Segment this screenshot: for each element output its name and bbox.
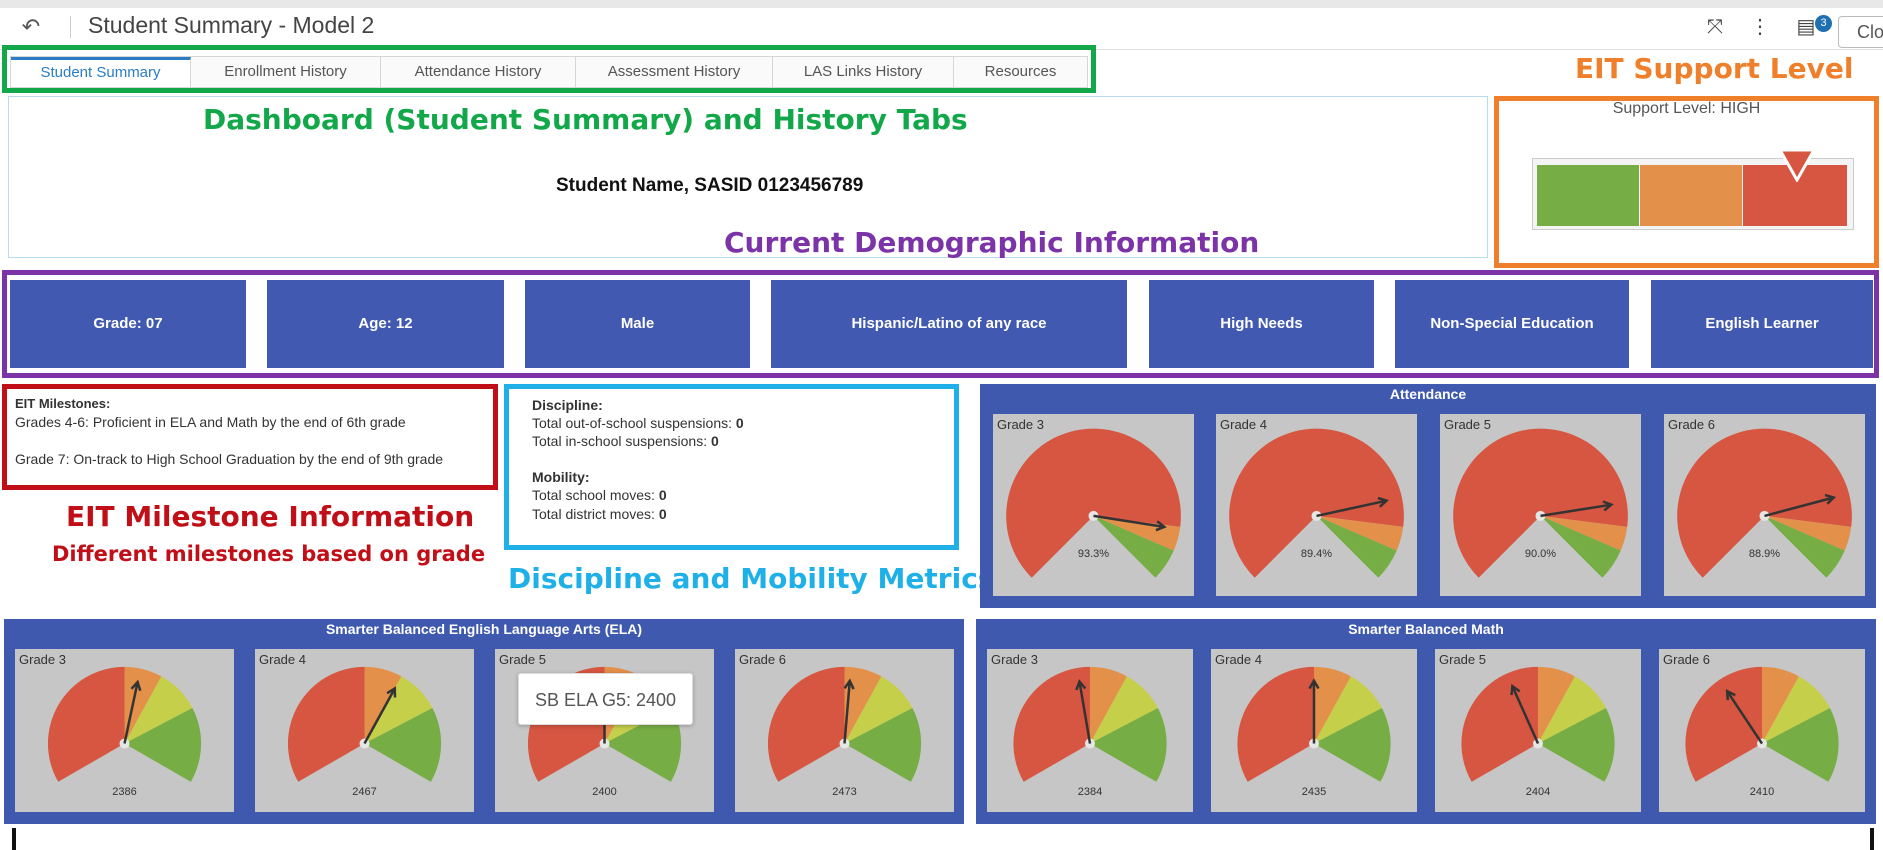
gauge-value: 2473 [832,786,857,798]
more-menu-icon[interactable]: ⋮ [1746,14,1774,40]
page-title: Student Summary - Model 2 [88,12,375,38]
attendance-gauge-4[interactable]: Grade 4 89.4% [1216,414,1417,596]
demographic-english-learner: English Learner [1651,280,1873,368]
oss-metric: Total out-of-school suspensions: 0 [532,415,744,431]
gauge-value: 89.4% [1300,547,1333,560]
district-moves-value: 0 [658,506,667,522]
student-name: Student Name, SASID 0123456789 [556,175,864,196]
close-button[interactable]: Clo [1838,16,1883,48]
math-gauge-6[interactable]: Grade 6 2410 [1659,649,1865,812]
school-moves-metric: Total school moves: 0 [532,487,667,503]
demographic-grade: Grade: 07 [10,280,246,368]
milestone-subannotation: Different milestones based on grade [52,542,486,566]
tab-las-links-history[interactable]: LAS Links History [773,57,954,87]
gauge-dial [1453,428,1628,578]
attendance-gauge-6[interactable]: Grade 6 88.9% [1664,414,1865,596]
demographic-gender: Male [525,280,750,368]
demographic-annotation: Current Demographic Information [724,226,1260,259]
math-gauge-5[interactable]: Grade 5 2404 [1435,649,1641,812]
gauge-band [1461,666,1538,782]
gauge-value: 93.3% [1077,547,1110,560]
demographic-age: Age: 12 [267,280,504,368]
gauge-value: 2386 [112,786,137,798]
district-moves-label: Total district moves: [532,506,659,522]
attendance-title: Attendance [1389,386,1467,402]
gauge-band [47,666,125,782]
milestone-line-2: Grade 7: On-track to High School Graduat… [15,451,444,467]
expand-icon[interactable]: ⤧ [1701,14,1729,40]
support-level-marker-icon [1778,148,1816,182]
gauge-value: 2467 [352,786,377,798]
support-level-annotation: EIT Support Level [1575,52,1854,85]
tab-enrollment-history[interactable]: Enrollment History [191,57,381,87]
discipline-annotation: Discipline and Mobility Metrics [508,562,995,595]
school-moves-label: Total school moves: [532,487,659,503]
gauge-value: 2410 [1749,786,1775,798]
district-moves-metric: Total district moves: 0 [532,506,667,522]
iss-label: Total in-school suspensions: [532,433,711,449]
ela-title: Smarter Balanced English Language Arts (… [325,621,643,637]
bracket-right [1870,828,1874,850]
ela-gauge-4[interactable]: Grade 4 2467 [255,649,474,812]
gauge-value: 90.0% [1524,547,1557,560]
tab-student-summary[interactable]: Student Summary [11,57,191,87]
gauge-dial [1006,428,1181,578]
milestone-line-1: Grades 4-6: Proficient in ELA and Math b… [15,414,406,430]
ela-gauge-6[interactable]: Grade 6 2473 [735,649,954,812]
oss-label: Total out-of-school suspensions: [532,415,736,431]
math-gauge-3[interactable]: Grade 3 2384 [987,649,1193,812]
milestone-annotation: EIT Milestone Information [66,500,475,533]
ela-gauge-3[interactable]: Grade 3 2386 [15,649,234,812]
iss-value: 0 [711,433,719,449]
back-icon[interactable]: ↶ [16,12,46,42]
gauge-value: 2435 [1301,786,1327,798]
attendance-gauge-3[interactable]: Grade 3 93.3% [993,414,1194,596]
notification-badge: 3 [1815,15,1832,32]
gauge-dial [1677,428,1852,578]
demographic-race: Hispanic/Latino of any race [771,280,1127,368]
tabs-annotation: Dashboard (Student Summary) and History … [203,103,968,136]
iss-metric: Total in-school suspensions: 0 [532,433,719,449]
tab-attendance-history[interactable]: Attendance History [381,57,576,87]
math-title: Smarter Balanced Math [1348,621,1504,637]
gauge-value: 2384 [1077,786,1103,798]
support-level-label: Support Level: HIGH [1612,100,1761,117]
tab-assessment-history[interactable]: Assessment History [576,57,773,87]
gauge-tooltip: SB ELA G5: 2400 [518,673,693,725]
gauge-value: 88.9% [1748,547,1781,560]
discipline-heading: Discipline: [532,397,603,413]
oss-value: 0 [735,415,744,431]
gauge-band [287,666,365,782]
support-segment-medium [1640,165,1742,226]
gauge-value: 2404 [1525,786,1551,798]
divider [70,16,71,38]
milestones-heading: EIT Milestones: [15,396,111,411]
gauge-value: 2400 [592,786,617,798]
attendance-gauge-5[interactable]: Grade 5 90.0% [1440,414,1641,596]
math-gauge-4[interactable]: Grade 4 2435 [1211,649,1417,812]
tab-resources[interactable]: Resources [954,57,1087,87]
gauge-band [1237,666,1314,782]
gauge-band [767,666,845,782]
support-segment-low [1537,165,1639,226]
bracket-left [12,828,16,850]
demographic-special-education: Non-Special Education [1395,280,1629,368]
tab-bar: Student Summary Enrollment History Atten… [10,56,1088,88]
gauge-dial [1229,428,1404,578]
demographic-high-needs: High Needs [1149,280,1374,368]
mobility-heading: Mobility: [532,469,590,485]
school-moves-value: 0 [658,487,667,503]
